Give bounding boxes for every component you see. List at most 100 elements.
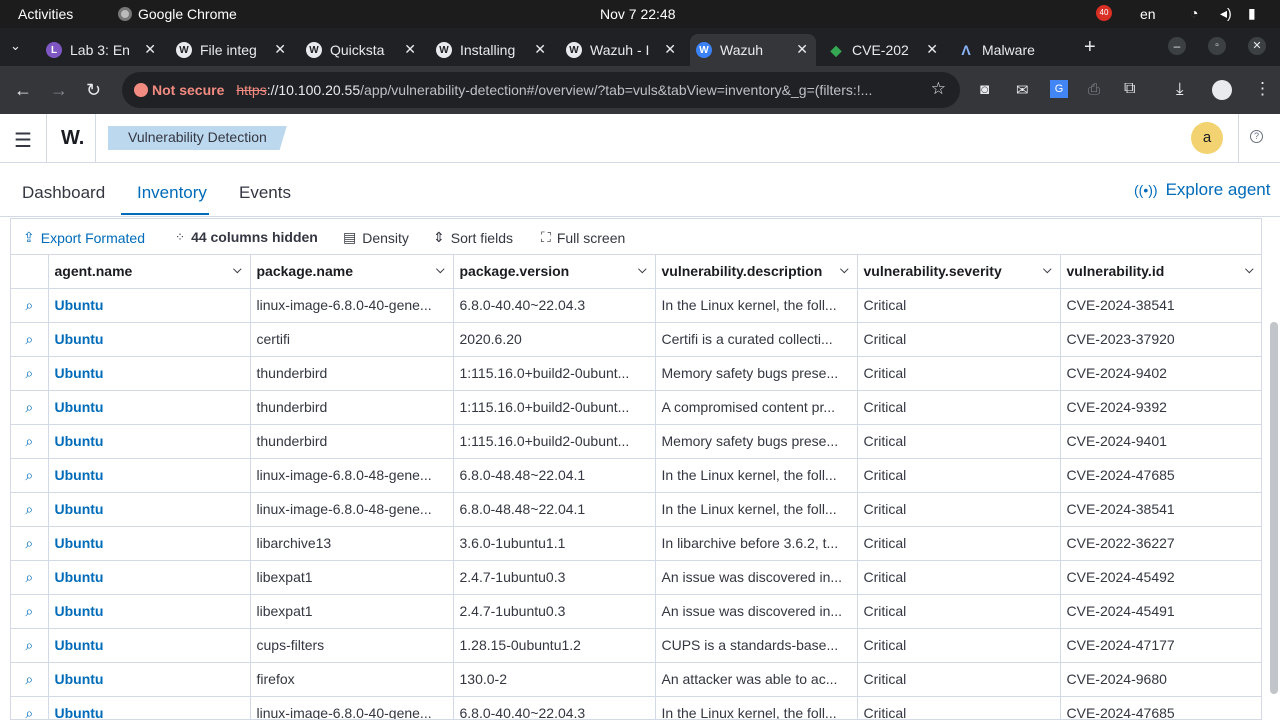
close-tab-icon[interactable]: ✕ — [404, 41, 416, 58]
system-tray[interactable]: 40 — [1096, 5, 1112, 21]
export-formatted-button[interactable]: ⇪ Export Formated — [23, 229, 145, 246]
cell-agent-name[interactable]: Ubuntu — [48, 696, 251, 719]
browser-tab[interactable]: W Wazuh - I ✕ — [560, 34, 684, 66]
density-button[interactable]: ▤ Density — [343, 229, 409, 246]
app-menu[interactable]: Google Chrome — [118, 6, 237, 22]
tab-search-icon[interactable]: ⌄ — [10, 38, 21, 54]
clock[interactable]: Nov 7 22:48 — [600, 6, 676, 22]
cell-agent-name[interactable]: Ubuntu — [48, 594, 251, 629]
close-tab-icon[interactable]: ✕ — [664, 41, 676, 58]
inspect-row-icon[interactable]: ⌕ — [11, 356, 49, 391]
cell-agent-name[interactable]: Ubuntu — [48, 492, 251, 527]
minimize-icon[interactable]: – — [1168, 37, 1186, 55]
bookmark-star-icon[interactable]: ☆ — [931, 79, 946, 99]
cell-agent-name[interactable]: Ubuntu — [48, 322, 251, 357]
column-header-vulnerability-description[interactable]: vulnerability.description ⌵ — [655, 255, 858, 289]
tab-favicon-icon: L — [46, 42, 62, 58]
inspect-row-icon[interactable]: ⌕ — [11, 628, 49, 663]
printer-icon[interactable]: ⎙ — [1088, 81, 1100, 98]
chevron-down-icon[interactable]: ⌵ — [436, 264, 444, 277]
column-label: vulnerability.description — [661, 263, 823, 280]
browser-tab[interactable]: ◆ CVE-202 ✕ — [822, 34, 946, 66]
profile-icon[interactable] — [1212, 80, 1232, 100]
new-tab-icon[interactable]: + — [1084, 36, 1096, 59]
avatar[interactable]: a — [1191, 122, 1223, 154]
download-icon[interactable]: ⤓ — [1176, 79, 1184, 99]
column-header-agent-name[interactable]: agent.name ⌵ — [48, 255, 251, 289]
breadcrumb[interactable]: Vulnerability Detection — [108, 126, 287, 150]
tab-inventory[interactable]: Inventory — [137, 183, 207, 203]
close-tab-icon[interactable]: ✕ — [534, 41, 546, 58]
cell-package-version: 2.4.7-1ubuntu0.3 — [453, 560, 656, 595]
cell-agent-name[interactable]: Ubuntu — [48, 560, 251, 595]
wazuh-logo[interactable]: W. — [61, 127, 84, 150]
hamburger-menu-icon[interactable]: ☰ — [14, 128, 32, 153]
screenshot-icon[interactable]: ◙ — [980, 81, 989, 98]
inspect-row-icon[interactable]: ⌕ — [11, 696, 49, 719]
inspect-row-icon[interactable]: ⌕ — [11, 526, 49, 561]
help-icon[interactable]: ? — [1250, 130, 1263, 143]
mail-icon[interactable]: ✉ — [1016, 81, 1029, 99]
inspect-row-icon[interactable]: ⌕ — [11, 390, 49, 425]
inspect-row-icon[interactable]: ⌕ — [11, 322, 49, 357]
inspect-row-icon[interactable]: ⌕ — [11, 288, 49, 323]
chrome-menu-icon[interactable]: ⋮ — [1254, 79, 1271, 99]
translate-icon[interactable]: G — [1050, 80, 1068, 98]
cell-agent-name[interactable]: Ubuntu — [48, 526, 251, 561]
close-tab-icon[interactable]: ✕ — [274, 41, 286, 58]
battery-icon: ▮ — [1248, 5, 1256, 21]
column-header-vulnerability-id[interactable]: vulnerability.id ⌵ — [1060, 255, 1261, 289]
cell-agent-name[interactable]: Ubuntu — [48, 390, 251, 425]
cell-agent-name[interactable]: Ubuntu — [48, 662, 251, 697]
extensions-icon[interactable]: ⧉ — [1124, 80, 1135, 98]
forward-icon[interactable]: → — [50, 80, 68, 101]
fullscreen-label: Full screen — [556, 229, 626, 246]
inspect-row-icon[interactable]: ⌕ — [11, 492, 49, 527]
language-indicator[interactable]: en — [1140, 6, 1156, 22]
tab-events[interactable]: Events — [239, 183, 291, 203]
close-tab-icon[interactable]: ✕ — [926, 41, 938, 58]
cell-package-name: libexpat1 — [250, 560, 454, 595]
column-header-vulnerability-severity[interactable]: vulnerability.severity ⌵ — [857, 255, 1061, 289]
full-screen-button[interactable]: ⛶ Full screen — [541, 229, 625, 246]
back-icon[interactable]: ← — [14, 80, 32, 101]
inspect-row-icon[interactable]: ⌕ — [11, 662, 49, 697]
activities-button[interactable]: Activities — [18, 6, 73, 22]
close-tab-icon[interactable]: ✕ — [144, 41, 156, 58]
url-text[interactable]: https://10.100.20.55/app/vulnerability-d… — [236, 82, 876, 98]
cell-agent-name[interactable]: Ubuntu — [48, 288, 251, 323]
column-header-package-name[interactable]: package.name ⌵ — [250, 255, 454, 289]
tab-favicon-icon: W — [306, 42, 322, 58]
browser-tab-active[interactable]: W Wazuh ✕ — [690, 34, 816, 66]
scrollbar-thumb[interactable] — [1270, 322, 1278, 694]
chevron-down-icon[interactable]: ⌵ — [1043, 264, 1051, 277]
inspect-row-icon[interactable]: ⌕ — [11, 560, 49, 595]
browser-tab[interactable]: W Installing ✕ — [430, 34, 554, 66]
chevron-down-icon[interactable]: ⌵ — [638, 264, 646, 277]
explore-agent-button[interactable]: ((•)) Explore agent — [1134, 180, 1270, 200]
browser-tab[interactable]: L Lab 3: En ✕ — [40, 34, 164, 66]
column-header-package-version[interactable]: package.version ⌵ — [453, 255, 656, 289]
tab-dashboard[interactable]: Dashboard — [22, 183, 105, 203]
maximize-icon[interactable]: ▫ — [1208, 37, 1226, 55]
cell-agent-name[interactable]: Ubuntu — [48, 458, 251, 493]
not-secure-label[interactable]: Not secure — [152, 82, 224, 98]
inspect-row-icon[interactable]: ⌕ — [11, 594, 49, 629]
columns-hidden-button[interactable]: ⁘ 44 columns hidden — [175, 229, 318, 245]
reload-icon[interactable]: ↻ — [86, 80, 101, 101]
close-tab-icon[interactable]: ✕ — [796, 41, 808, 58]
browser-tab[interactable]: W File integ ✕ — [170, 34, 294, 66]
cell-agent-name[interactable]: Ubuntu — [48, 628, 251, 663]
browser-tab[interactable]: Λ Malware — [952, 34, 1076, 66]
chevron-down-icon[interactable]: ⌵ — [840, 264, 848, 277]
inspect-row-icon[interactable]: ⌕ — [11, 458, 49, 493]
chevron-down-icon[interactable]: ⌵ — [1245, 264, 1253, 277]
sort-fields-button[interactable]: ⇕ Sort fields — [433, 229, 513, 246]
chevron-down-icon[interactable]: ⌵ — [233, 264, 241, 277]
browser-tab[interactable]: W Quicksta ✕ — [300, 34, 424, 66]
omnibox[interactable]: Not secure https://10.100.20.55/app/vuln… — [122, 72, 960, 108]
cell-agent-name[interactable]: Ubuntu — [48, 356, 251, 391]
close-window-icon[interactable]: ✕ — [1248, 37, 1266, 55]
inspect-row-icon[interactable]: ⌕ — [11, 424, 49, 459]
cell-agent-name[interactable]: Ubuntu — [48, 424, 251, 459]
